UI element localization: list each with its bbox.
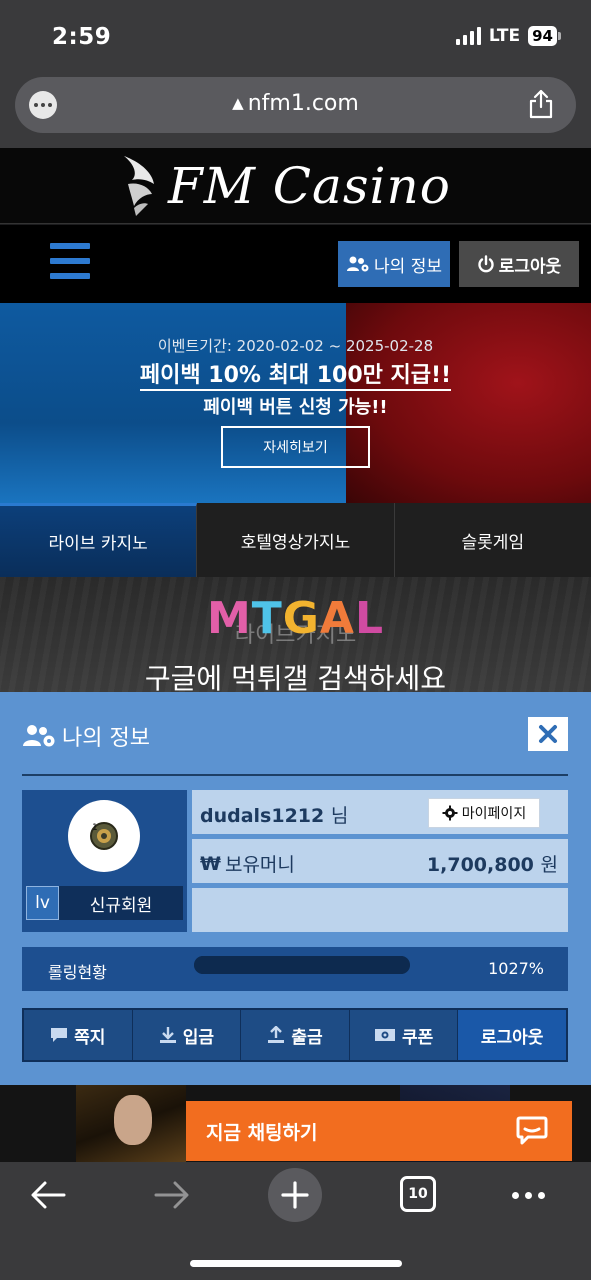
menu-icon[interactable] [50, 243, 90, 279]
site-logo[interactable]: FM Casino [118, 154, 451, 218]
empty-info-row [192, 888, 568, 932]
coupon-icon [374, 1029, 395, 1041]
message-icon [51, 1028, 68, 1042]
gear-icon [442, 805, 458, 821]
message-button[interactable]: 쪽지 [24, 1010, 133, 1060]
chat-button[interactable]: 지금 채팅하기 [186, 1101, 572, 1161]
signal-icon [455, 27, 481, 45]
account-info: dudals1212 님 마이페이지 ₩ 보유머니 1,700,800 원 [192, 790, 568, 932]
home-indicator [190, 1260, 402, 1267]
forward-icon[interactable] [154, 1180, 190, 1210]
panel-title: 나의 정보 [22, 720, 150, 752]
status-indicators: LTE 94 [455, 26, 561, 46]
deposit-button[interactable]: 입금 [132, 1010, 242, 1060]
logout-button[interactable]: 로그아웃 [459, 241, 579, 287]
avatar: 1 [68, 800, 140, 872]
new-tab-button[interactable] [268, 1168, 322, 1222]
event-period: 이벤트기간: 2020-02-02 ~ 2025-02-28 [157, 337, 434, 355]
action-buttons: 쪽지 입금 출금 쿠폰 로그아웃 [22, 1008, 568, 1062]
level-badge: lv [26, 886, 59, 920]
status-time: 2:59 [52, 24, 112, 50]
network-type: LTE [488, 26, 521, 46]
plus-icon [281, 1181, 309, 1209]
panel-logout-button[interactable]: 로그아웃 [458, 1010, 566, 1060]
url-text[interactable]: ▲ nfm1.com [15, 91, 576, 116]
event-headline: 페이백 10% 최대 100만 지급!! [0, 357, 591, 391]
svg-text:1: 1 [92, 823, 98, 833]
rolling-value: 1027% [488, 959, 544, 978]
game-thumbnails: 지금 채팅하기 [0, 1085, 591, 1162]
address-bar[interactable]: ▲ nfm1.com [15, 77, 576, 133]
chat-bubble-icon [516, 1116, 548, 1145]
close-icon [539, 725, 557, 743]
won-icon: ₩ [200, 852, 221, 875]
game-tabs: 라이브 카지노 호텔영상가지노 슬롯게임 [0, 503, 591, 577]
panel-close-button[interactable] [528, 717, 568, 751]
member-grade: 신규회원 [59, 886, 183, 920]
balance-row: ₩ 보유머니 1,700,800 원 [192, 839, 568, 883]
battery-level: 94 [528, 26, 557, 46]
site-nav: 나의 정보 로그아웃 [0, 225, 591, 303]
mtgal-logo: MTGAL [206, 593, 385, 644]
my-info-button[interactable]: 나의 정보 [338, 241, 450, 287]
browser-address-area: ▲ nfm1.com [0, 72, 591, 148]
promo-banner: 라이브카지노 MTGAL 구글에 먹튀갤 검색하세요 [0, 577, 591, 692]
share-icon[interactable] [528, 89, 554, 119]
rolling-progress-fill [194, 956, 410, 974]
mypage-button[interactable]: 마이페이지 [428, 798, 540, 828]
tab-live-casino[interactable]: 라이브 카지노 [0, 503, 198, 577]
tab-slot-games[interactable]: 슬롯게임 [394, 503, 591, 577]
users-gear-icon [23, 725, 55, 747]
tabs-button[interactable]: 10 [400, 1176, 436, 1212]
balance-value: 1,700,800 원 [426, 854, 558, 876]
logo-text: FM Casino [168, 157, 451, 215]
download-icon [159, 1027, 176, 1043]
users-gear-icon [347, 256, 369, 272]
back-icon[interactable] [30, 1180, 66, 1210]
event-subline: 페이백 버튼 신청 가능!! [203, 397, 388, 418]
promo-text: 구글에 먹튀갤 검색하세요 [144, 662, 447, 692]
username: dudals1212 님 [200, 805, 349, 827]
warning-icon: ▲ [232, 94, 244, 112]
withdraw-button[interactable]: 출금 [241, 1010, 350, 1060]
site-header: FM Casino [0, 148, 591, 224]
level-row: lv 신규회원 [26, 886, 183, 920]
event-detail-button[interactable]: 자세히보기 [221, 426, 370, 468]
rolling-label: 롤링현황 [48, 963, 107, 982]
balance-label: ₩ 보유머니 [200, 852, 295, 877]
game-thumbnail[interactable] [76, 1085, 186, 1162]
power-icon [478, 255, 494, 273]
rolling-status: 롤링현황 1027% [22, 947, 568, 991]
upload-icon [268, 1026, 285, 1043]
level-medal-icon: 1 [90, 822, 118, 850]
wing-logo-icon [124, 156, 154, 216]
profile-card: 1 lv 신규회원 [22, 790, 187, 932]
panel-divider [22, 774, 568, 776]
status-bar: 2:59 LTE 94 [0, 0, 591, 72]
my-info-panel: 나의 정보 1 lv 신규회원 dudals1212 님 마이페이지 ₩ 보유머… [0, 692, 591, 1085]
rolling-progress-bar [194, 956, 410, 974]
more-icon[interactable] [512, 1192, 545, 1199]
battery-icon: 94 [528, 26, 561, 46]
browser-toolbar: 10 [0, 1162, 591, 1280]
event-banner: 이벤트기간: 2020-02-02 ~ 2025-02-28 페이백 10% 최… [0, 303, 591, 503]
username-row: dudals1212 님 마이페이지 [192, 790, 568, 834]
tab-hotel-casino[interactable]: 호텔영상가지노 [197, 503, 395, 577]
coupon-button[interactable]: 쿠폰 [349, 1010, 459, 1060]
